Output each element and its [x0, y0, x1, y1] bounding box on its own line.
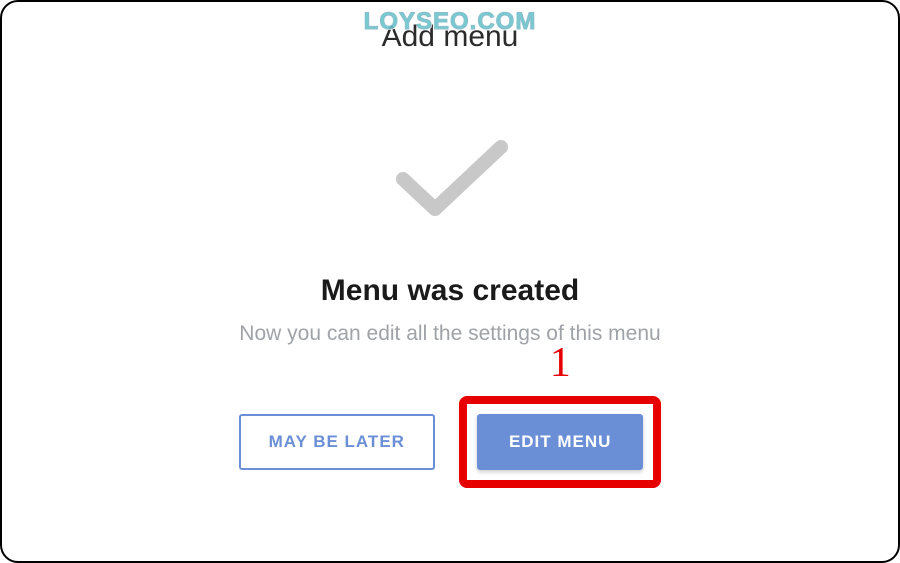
- may-be-later-button[interactable]: MAY BE LATER: [239, 414, 435, 470]
- success-subtext: Now you can edit all the settings of thi…: [239, 322, 660, 346]
- success-heading: Menu was created: [321, 274, 579, 308]
- edit-menu-button[interactable]: EDIT MENU: [477, 414, 644, 470]
- modal-title: Add menu: [382, 20, 519, 54]
- modal-container: LOYSEO.COM Add menu Menu was created Now…: [0, 0, 900, 563]
- checkmark-icon: [383, 129, 518, 229]
- annotation-number: 1: [550, 339, 571, 387]
- highlight-box: 1 EDIT MENU: [459, 396, 662, 488]
- button-row: MAY BE LATER 1 EDIT MENU: [239, 396, 662, 488]
